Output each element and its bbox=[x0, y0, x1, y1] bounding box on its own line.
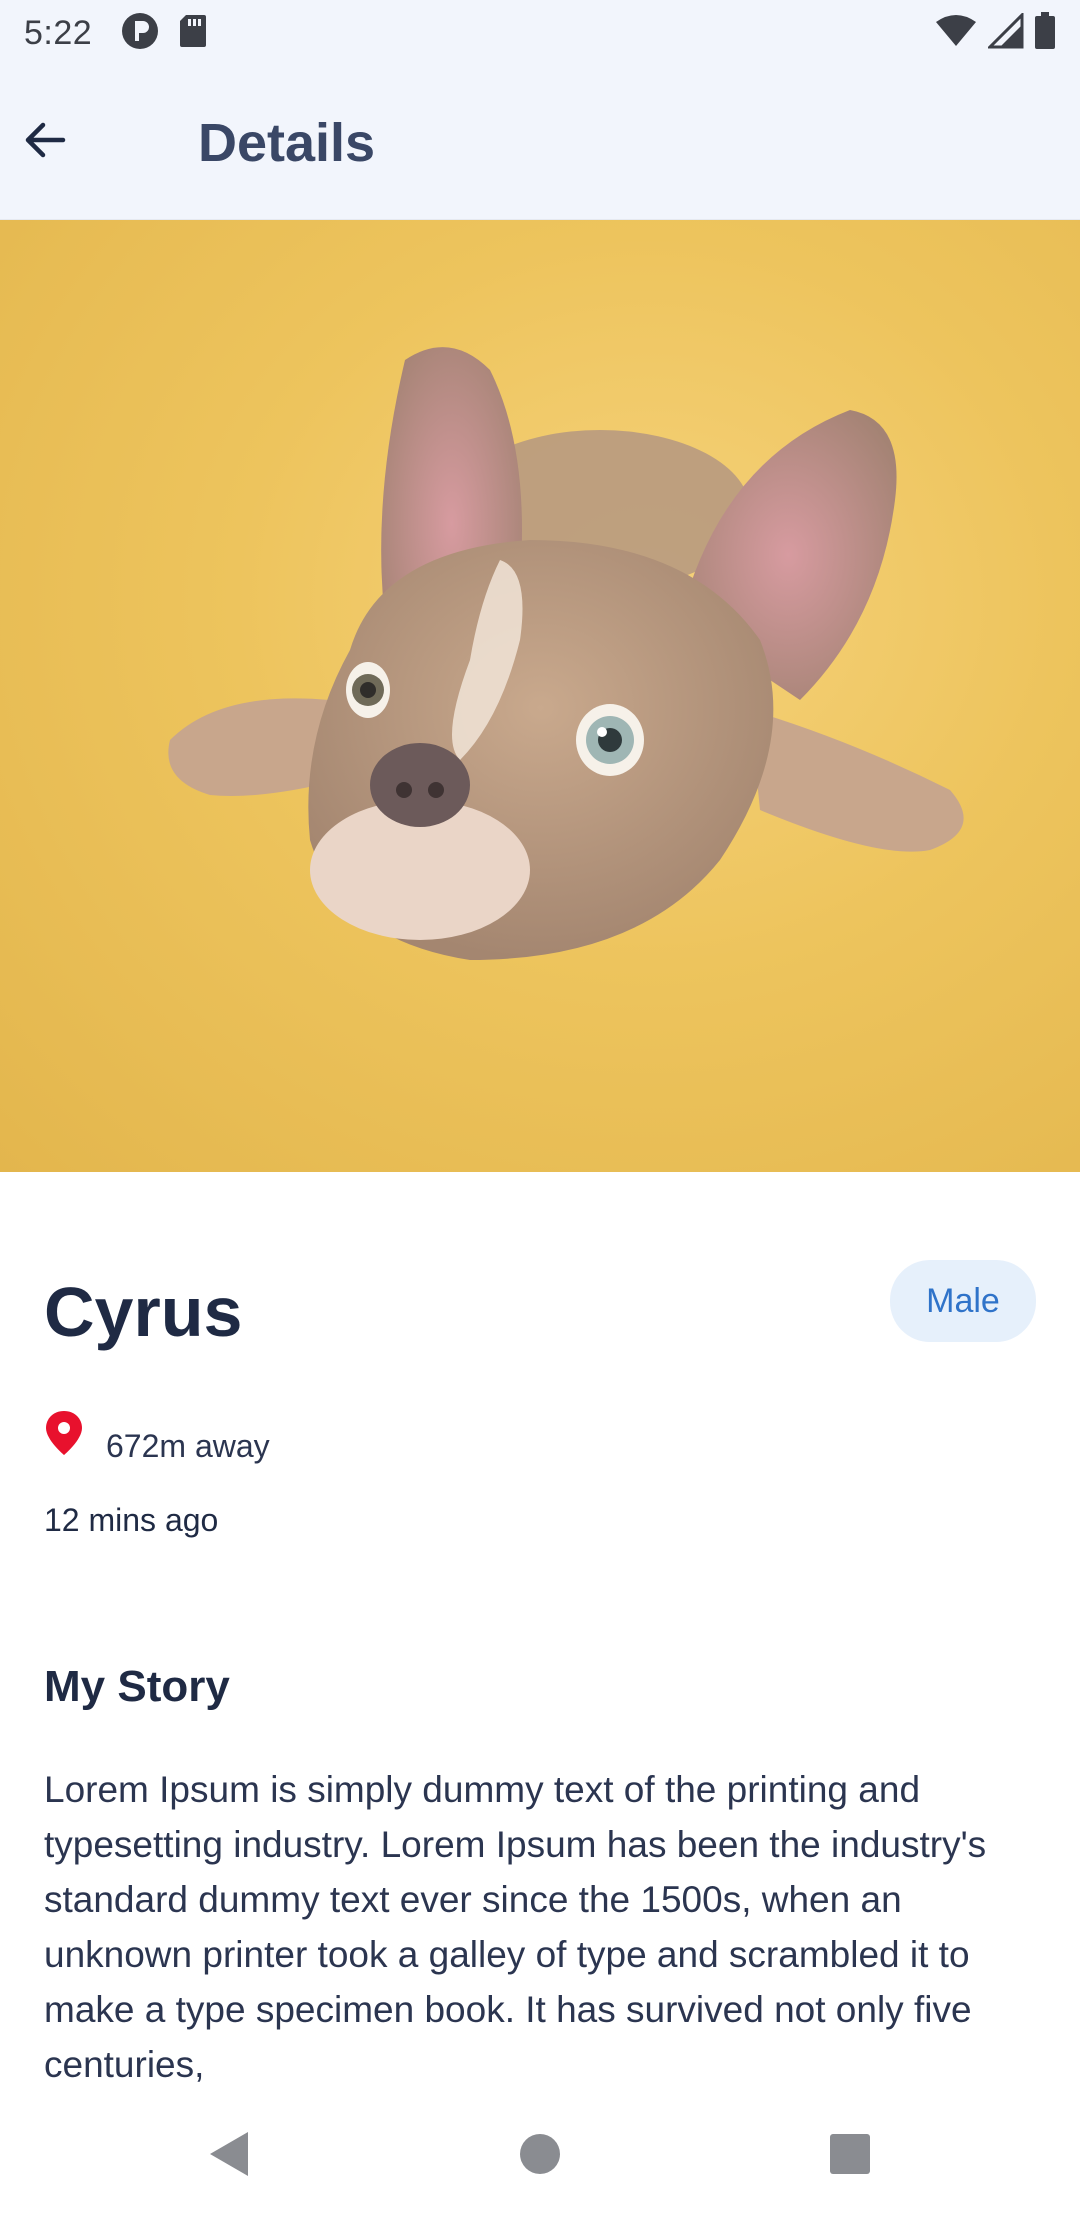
back-button[interactable] bbox=[0, 98, 90, 188]
pet-details: Cyrus Male 672m away 12 mins ago My Stor… bbox=[0, 1172, 1080, 2092]
arrow-left-icon bbox=[21, 116, 69, 169]
sd-card-icon bbox=[178, 13, 208, 54]
nav-home-button[interactable] bbox=[512, 2128, 568, 2184]
status-time: 5:22 bbox=[24, 13, 93, 52]
distance-text: 672m away bbox=[106, 1427, 270, 1464]
posted-time: 12 mins ago bbox=[44, 1502, 219, 1538]
cellular-signal-icon bbox=[986, 10, 1024, 54]
story-text: Lorem Ipsum is simply dummy text of the … bbox=[44, 1769, 987, 2085]
page-title: Details bbox=[198, 112, 376, 173]
pet-name: Cyrus bbox=[44, 1273, 243, 1351]
nav-recents-button[interactable] bbox=[822, 2128, 878, 2184]
triangle-back-icon bbox=[206, 2130, 250, 2183]
notification-p-icon bbox=[120, 11, 160, 56]
location-row: 672m away bbox=[44, 1398, 270, 1468]
app-bar: Details bbox=[0, 66, 1080, 220]
square-recents-icon bbox=[828, 2132, 872, 2181]
status-left-icons bbox=[120, 11, 208, 56]
wifi-icon bbox=[934, 14, 978, 53]
system-nav-bar bbox=[0, 2092, 1080, 2220]
details-screen: 5:22 Details Cyrus Male 672m away 12 min… bbox=[0, 0, 1080, 2220]
gender-chip: Male bbox=[890, 1260, 1036, 1342]
location-pin-icon bbox=[44, 1409, 84, 1457]
status-bar: 5:22 bbox=[0, 0, 1080, 66]
pet-photo bbox=[0, 220, 1080, 1172]
battery-icon bbox=[1034, 11, 1056, 55]
story-title: My Story bbox=[44, 1662, 230, 1711]
puppy-illustration bbox=[168, 347, 964, 960]
nav-back-button[interactable] bbox=[200, 2128, 256, 2184]
circle-home-icon bbox=[518, 2132, 562, 2181]
status-right-icons bbox=[934, 10, 1056, 55]
